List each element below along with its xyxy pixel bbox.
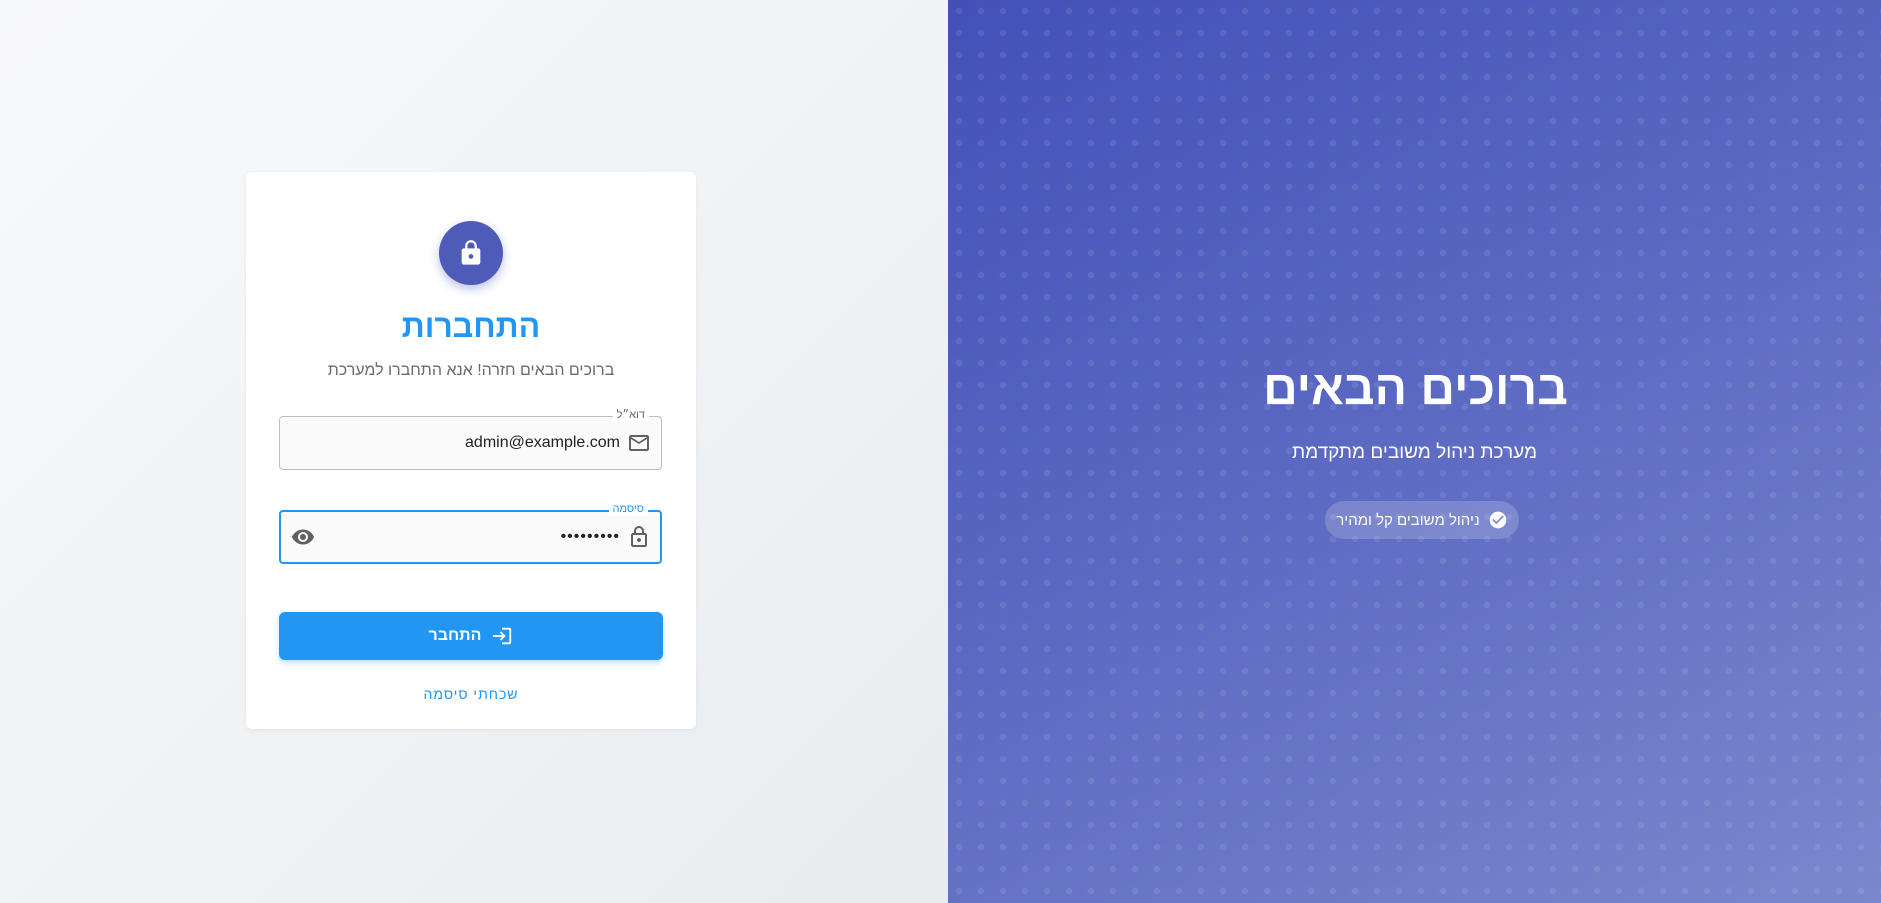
login-panel: התחברות ברוכים הבאים חזרה! אנא התחברו למ… bbox=[0, 0, 948, 903]
login-card: התחברות ברוכים הבאים חזרה! אנא התחברו למ… bbox=[246, 172, 696, 729]
page-title: התחברות bbox=[401, 308, 541, 344]
hero-panel: ברוכים הבאים מערכת ניהול משובים מתקדמת נ… bbox=[948, 0, 1881, 903]
email-field[interactable]: דוא״ל admin@example.com bbox=[279, 408, 662, 470]
eye-icon[interactable] bbox=[291, 525, 315, 549]
email-input[interactable]: admin@example.com bbox=[465, 417, 620, 469]
check-circle-icon bbox=[1488, 510, 1508, 530]
mail-icon bbox=[627, 431, 651, 455]
password-field[interactable]: סיסמה ••••••••• bbox=[279, 502, 662, 564]
feature-chip-label: ניהול משובים קל ומהיר bbox=[1336, 511, 1480, 529]
login-icon bbox=[491, 625, 513, 647]
login-button[interactable]: התחבר bbox=[279, 612, 663, 660]
lock-icon bbox=[627, 525, 651, 549]
avatar bbox=[439, 221, 503, 285]
forgot-password-link[interactable]: שכחתי סיסמה bbox=[246, 686, 696, 702]
lock-icon bbox=[457, 239, 485, 267]
hero-subtitle: מערכת ניהול משובים מתקדמת bbox=[1291, 442, 1538, 463]
feature-chip: ניהול משובים קל ומהיר bbox=[1325, 501, 1519, 539]
password-input[interactable]: ••••••••• bbox=[561, 512, 620, 562]
login-button-label: התחבר bbox=[428, 627, 482, 644]
hero-title: ברוכים הבאים bbox=[1263, 362, 1568, 415]
page-subtitle: ברוכים הבאים חזרה! אנא התחברו למערכת bbox=[327, 362, 615, 379]
login-page: התחברות ברוכים הבאים חזרה! אנא התחברו למ… bbox=[0, 0, 1881, 903]
